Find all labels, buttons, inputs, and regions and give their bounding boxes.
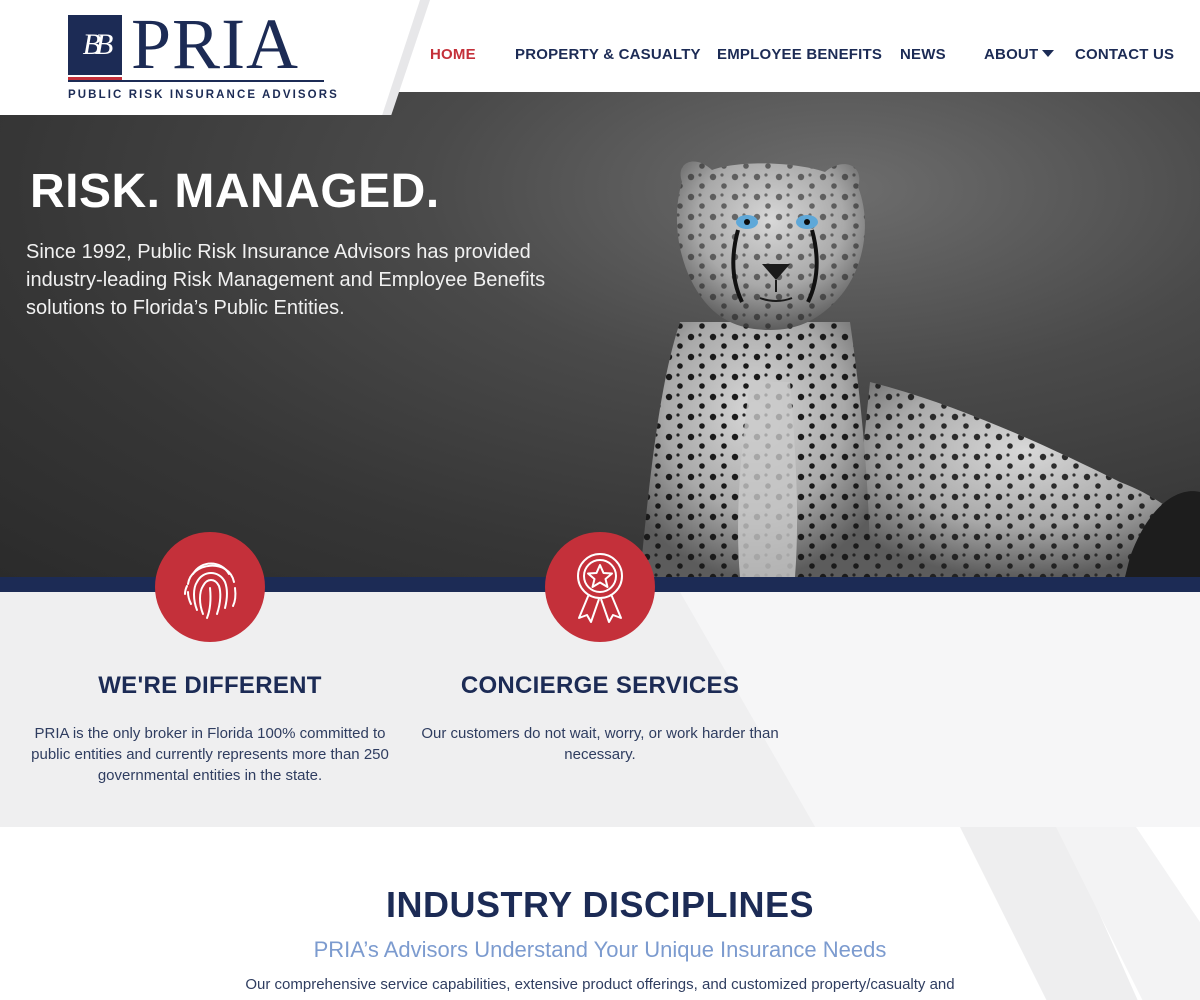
logo-monogram-icon: BB [68, 15, 122, 81]
hero-headline: RISK. MANAGED. [30, 165, 440, 218]
feature-title-concierge: CONCIERGE SERVICES [460, 672, 740, 699]
disciplines-title: INDUSTRY DISCIPLINES [385, 884, 815, 925]
disciplines-subtitle: PRIA’s Advisors Understand Your Unique I… [313, 937, 887, 962]
logo-tagline: PUBLIC RISK INSURANCE ADVISORS [68, 89, 339, 101]
disciplines-body: Our comprehensive service capabilities, … [245, 976, 955, 993]
nav-property-casualty[interactable]: PROPERTY & CASUALTY [515, 46, 701, 63]
features-decor-stripe [680, 592, 1200, 827]
fingerprint-icon [184, 562, 237, 619]
feature-icon-circle-different [155, 532, 265, 642]
nav-news[interactable]: NEWS [900, 46, 946, 63]
nav-about-label: ABOUT [984, 46, 1039, 63]
feature-text-different: PRIA is the only broker in Florida 100% … [31, 725, 389, 784]
logo-monogram-text: BB [82, 28, 114, 61]
logo-wordmark: PRIA [131, 4, 300, 84]
nav-contact-us[interactable]: CONTACT US [1075, 46, 1174, 63]
feature-icon-circle-concierge [545, 532, 655, 642]
logo-divider [68, 80, 324, 82]
main-nav: HOME PROPERTY & CASUALTY EMPLOYEE BENEFI… [410, 0, 1200, 92]
hero-description: Since 1992, Public Risk Insurance Adviso… [26, 241, 546, 319]
feature-title-different: WE'RE DIFFERENT [98, 672, 322, 699]
chevron-down-icon [1042, 50, 1055, 57]
feature-text-concierge: Our customers do not wait, worry, or wor… [421, 725, 779, 763]
site-logo[interactable]: BB PRIA PUBLIC RISK INSURANCE ADVISORS [0, 0, 420, 115]
award-ribbon-icon [577, 553, 623, 623]
nav-about[interactable]: ABOUT [984, 46, 1055, 63]
hero-banner: RISK. MANAGED. Since 1992, Public Risk I… [0, 92, 1200, 577]
nav-employee-benefits[interactable]: EMPLOYEE BENEFITS [717, 46, 882, 63]
nav-home[interactable]: HOME [430, 46, 476, 63]
cheetah-image [640, 161, 1200, 577]
